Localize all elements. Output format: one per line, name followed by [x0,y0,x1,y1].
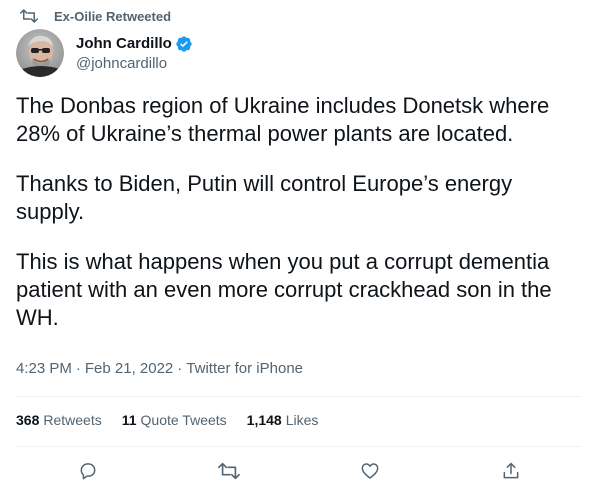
author-display-name[interactable]: John Cardillo [76,35,172,52]
meta-separator: · [177,360,183,377]
quote-tweets-count: 11 [121,412,137,428]
retweets-stat[interactable]: 368 Retweets [16,412,102,428]
retweets-count: 368 [16,412,40,428]
retweet-icon [218,462,240,485]
tweet-actions [0,458,598,488]
tweet-author[interactable]: John Cardillo @johncardillo [16,28,193,78]
avatar[interactable] [16,29,64,77]
retweet-context[interactable]: Ex-Oilie Retweeted [16,6,171,26]
retweet-button[interactable] [218,462,240,484]
likes-count: 1,148 [246,412,282,428]
tweet-paragraph: Thanks to Biden, Putin will control Euro… [16,171,513,224]
likes-label: Likes [285,412,319,428]
meta-separator: · [75,360,81,377]
tweet-time[interactable]: 4:23 PM [16,360,72,377]
retweeted-by-label[interactable]: Ex-Oilie Retweeted [54,9,171,24]
tweet-source[interactable]: Twitter for iPhone [186,360,303,377]
tweet-metadata: 4:23 PM · Feb 21, 2022 · Twitter for iPh… [16,360,303,377]
verified-badge-icon [175,35,193,53]
quote-tweets-stat[interactable]: 11 Quote Tweets [122,412,227,428]
tweet-paragraph: This is what happens when you put a corr… [16,249,552,330]
tweet-date[interactable]: Feb 21, 2022 [85,360,173,377]
likes-stat[interactable]: 1,148 Likes [247,412,319,428]
author-handle[interactable]: @johncardillo [76,55,193,72]
like-button[interactable] [359,462,381,484]
reply-button[interactable] [77,462,99,484]
divider [16,396,582,397]
share-icon [501,461,521,486]
retweets-label: Retweets [43,412,102,428]
reply-icon [78,461,98,486]
tweet-paragraph: The Donbas region of Ukraine includes Do… [16,93,550,146]
divider [16,446,582,447]
engagement-stats: 368 Retweets 11 Quote Tweets 1,148 Likes [16,412,338,428]
retweet-icon [20,6,40,26]
quote-tweets-label: Quote Tweets [140,412,227,428]
tweet-text: The Donbas region of Ukraine includes Do… [16,92,586,332]
share-button[interactable] [500,462,522,484]
heart-icon [360,461,380,486]
